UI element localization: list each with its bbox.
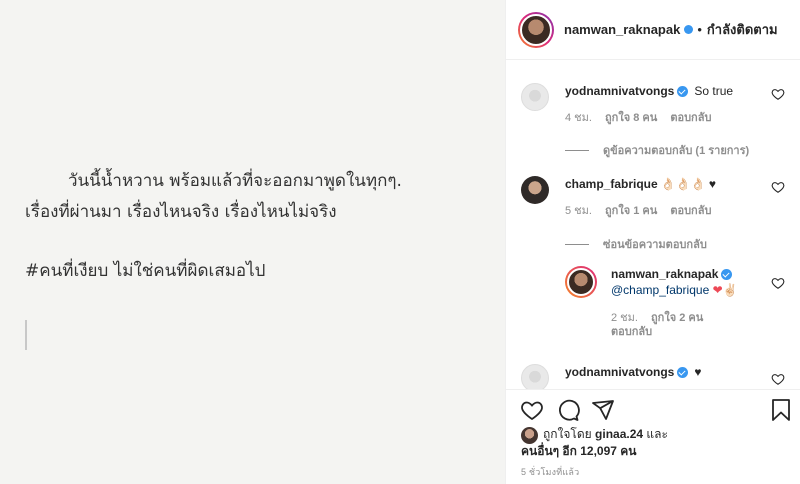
comment-item: yodnamnivatvongs So true 4 ชม. ถูกใจ 8 คน… bbox=[521, 83, 791, 126]
post-header: namwan_raknapak • กำลังติดตาม bbox=[506, 0, 800, 60]
avatar[interactable] bbox=[518, 11, 554, 48]
mention-link[interactable]: @champ_fabrique bbox=[611, 283, 709, 297]
comment-text: 👌🏻👌🏻👌🏻 ♥ bbox=[660, 177, 716, 191]
heart-icon[interactable] bbox=[771, 180, 785, 194]
hide-replies-button[interactable]: ซ่อนข้อความตอบกลับ bbox=[565, 235, 707, 253]
liked-by-user[interactable]: ginaa.24 bbox=[595, 427, 643, 441]
verified-icon bbox=[677, 367, 689, 379]
liked-by-section[interactable]: ถูกใจโดย ginaa.24 และ คนอื่นๆ อีก 12,097… bbox=[521, 426, 668, 460]
verified-icon bbox=[677, 86, 689, 98]
share-icon[interactable] bbox=[591, 398, 615, 422]
verified-icon bbox=[684, 25, 694, 34]
liked-by-others[interactable]: คนอื่นๆ อีก 12,097 คน bbox=[521, 444, 637, 458]
reply-button[interactable]: ตอบกลับ bbox=[670, 112, 711, 124]
comment-username[interactable]: champ_fabrique bbox=[565, 177, 658, 191]
avatar[interactable] bbox=[521, 83, 549, 111]
comment-username[interactable]: yodnamnivatvongs bbox=[565, 84, 674, 98]
reply-emoji: ❤✌🏻 bbox=[712, 283, 738, 297]
comment-item: yodnamnivatvongs ♥ bbox=[521, 364, 791, 389]
avatar[interactable] bbox=[521, 364, 549, 389]
post-text-line-3: #คนที่เงียบ ไม่ใช่คนที่ผิดเสมอไป bbox=[25, 261, 266, 281]
heart-icon[interactable] bbox=[771, 276, 785, 290]
comment-list[interactable]: yodnamnivatvongs So true 4 ชม. ถูกใจ 8 คน… bbox=[506, 61, 800, 389]
post-actions bbox=[506, 389, 800, 429]
post-side-panel: namwan_raknapak • กำลังติดตาม yodnamniva… bbox=[505, 0, 800, 484]
like-heart-icon[interactable] bbox=[520, 398, 544, 422]
liked-by-and: และ bbox=[646, 427, 668, 441]
post-text-line-2: เรื่องที่ผ่านมา เรื่องไหนจริง เรื่องไหนไ… bbox=[25, 202, 337, 222]
post-caption-image-text: วันนี้น้ำหวาน พร้อมแล้วที่จะออกมาพูดในทุ… bbox=[25, 166, 495, 287]
comment-likes[interactable]: ถูกใจ 1 คน bbox=[605, 205, 657, 217]
avatar[interactable] bbox=[521, 176, 549, 204]
avatar[interactable] bbox=[521, 427, 538, 444]
comment-icon[interactable] bbox=[556, 398, 580, 422]
comment-time[interactable]: 4 ชม. bbox=[565, 112, 592, 124]
following-button[interactable]: กำลังติดตาม bbox=[707, 19, 778, 40]
liked-by-prefix: ถูกใจโดย bbox=[543, 427, 592, 441]
reply-item: namwan_raknapak @champ_fabrique ❤✌🏻 2 ชม… bbox=[565, 266, 791, 339]
comment-time[interactable]: 5 ชม. bbox=[565, 205, 592, 217]
comment-text: So true bbox=[694, 84, 734, 98]
reply-button[interactable]: ตอบกลับ bbox=[611, 326, 652, 338]
heart-icon[interactable] bbox=[771, 87, 785, 101]
reply-time[interactable]: 2 ชม. bbox=[611, 312, 638, 324]
comment-likes[interactable]: ถูกใจ 8 คน bbox=[605, 112, 657, 124]
bookmark-icon[interactable] bbox=[769, 398, 793, 422]
post-timestamp[interactable]: 5 ชั่วโมงที่แล้ว bbox=[521, 465, 579, 479]
reply-username[interactable]: namwan_raknapak bbox=[611, 267, 718, 281]
reply-button[interactable]: ตอบกลับ bbox=[670, 205, 711, 217]
comment-text: ♥ bbox=[694, 365, 702, 379]
comment-username[interactable]: yodnamnivatvongs bbox=[565, 365, 674, 379]
header-separator: • bbox=[697, 22, 702, 37]
reply-likes[interactable]: ถูกใจ 2 คน bbox=[651, 312, 703, 324]
post-image[interactable]: วันนี้น้ำหวาน พร้อมแล้วที่จะออกมาพูดในทุ… bbox=[0, 0, 505, 484]
text-cursor-bar bbox=[25, 320, 27, 350]
heart-icon[interactable] bbox=[771, 372, 785, 386]
view-replies-button[interactable]: ดูข้อความตอบกลับ (1 รายการ) bbox=[565, 141, 749, 159]
verified-icon bbox=[721, 269, 733, 281]
comment-item: champ_fabrique 👌🏻👌🏻👌🏻 ♥ 5 ชม. ถูกใจ 1 คน … bbox=[521, 176, 791, 219]
post-text-line-1: วันนี้น้ำหวาน พร้อมแล้วที่จะออกมาพูดในทุ… bbox=[68, 171, 402, 191]
header-username[interactable]: namwan_raknapak bbox=[564, 22, 680, 37]
avatar[interactable] bbox=[565, 266, 597, 298]
